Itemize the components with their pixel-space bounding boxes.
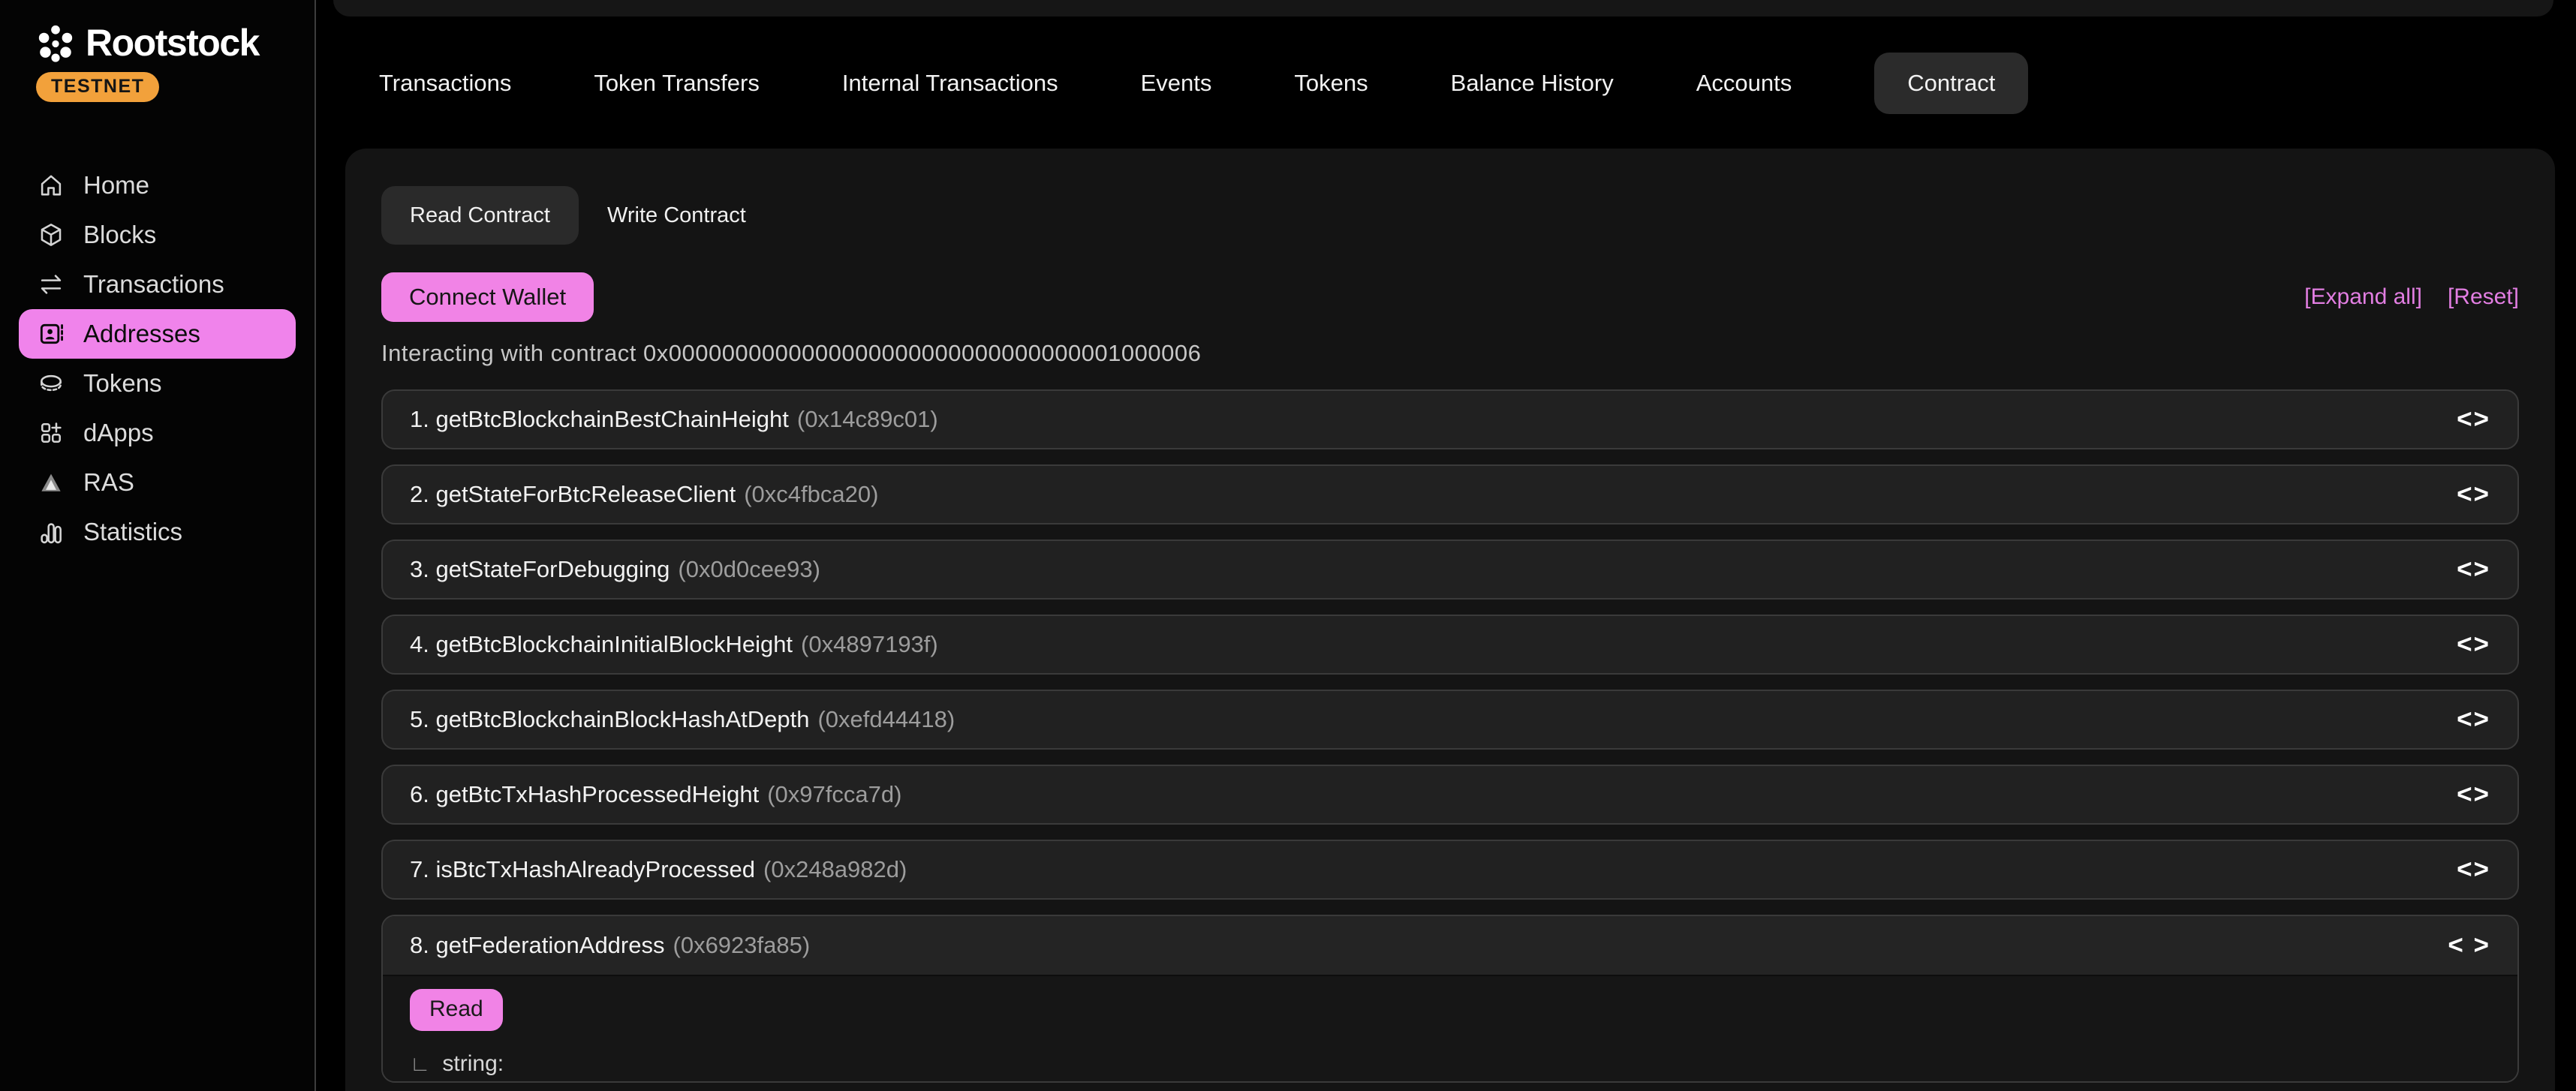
rootstock-logo-icon — [35, 22, 77, 64]
sidebar-item-statistics[interactable]: Statistics — [19, 507, 296, 557]
tab-token-transfers[interactable]: Token Transfers — [594, 70, 760, 97]
method-selector: (0xefd44418) — [817, 706, 955, 733]
method-selector: (0x97fcca7d) — [767, 781, 901, 808]
reset-link[interactable]: [Reset] — [2448, 284, 2519, 310]
sidebar: Rootstock TESTNET Home Blocks Transactio… — [0, 0, 316, 1091]
sidebar-item-tokens[interactable]: Tokens — [19, 359, 296, 408]
header-strip — [333, 0, 2553, 17]
address-tabs: Transactions Token Transfers Internal Tran… — [379, 53, 2028, 114]
expand-all-link[interactable]: [Expand all] — [2304, 284, 2422, 310]
addresses-icon — [37, 320, 65, 348]
method-name: 5. getBtcBlockchainBlockHashAtDepth — [410, 706, 809, 733]
contract-method-row[interactable]: 1. getBtcBlockchainBestChainHeight (0x14… — [381, 389, 2519, 449]
network-badge: TESTNET — [36, 72, 159, 102]
code-icon[interactable]: <> — [2457, 780, 2490, 810]
sidebar-item-label: Addresses — [83, 320, 200, 348]
contract-method-row[interactable]: 4. getBtcBlockchainInitialBlockHeight (0… — [381, 615, 2519, 675]
tokens-icon — [37, 369, 65, 398]
tab-read-contract[interactable]: Read Contract — [381, 186, 579, 245]
contract-subtabs: Read Contract Write Contract — [381, 186, 2519, 245]
method-selector: (0x4897193f) — [801, 631, 938, 658]
method-name: 2. getStateForBtcReleaseClient — [410, 481, 736, 508]
sidebar-item-label: dApps — [83, 419, 154, 447]
sidebar-nav: Home Blocks Transactions Addresses Token… — [0, 161, 314, 557]
contract-panel: Read Contract Write Contract Connect Wal… — [345, 149, 2555, 1091]
sidebar-item-transactions[interactable]: Transactions — [19, 260, 296, 309]
sidebar-item-blocks[interactable]: Blocks — [19, 210, 296, 260]
blocks-icon — [37, 221, 65, 249]
contract-method-card-expanded: 8. getFederationAddress (0x6923fa85) < >… — [381, 915, 2519, 1083]
contract-method-row[interactable]: 7. isBtcTxHashAlreadyProcessed (0x248a98… — [381, 840, 2519, 900]
contract-method-row[interactable]: 2. getStateForBtcReleaseClient (0xc4fbca… — [381, 464, 2519, 524]
home-icon — [37, 171, 65, 200]
tab-events[interactable]: Events — [1141, 70, 1212, 97]
ras-icon — [37, 468, 65, 497]
sidebar-item-addresses[interactable]: Addresses — [19, 309, 296, 359]
tab-accounts[interactable]: Accounts — [1696, 70, 1792, 97]
method-name: 8. getFederationAddress — [410, 932, 665, 959]
brand-logo[interactable]: Rootstock — [35, 21, 259, 65]
method-name: 3. getStateForDebugging — [410, 556, 670, 583]
method-selector: (0x0d0cee93) — [678, 556, 820, 583]
output-branch-symbol: ∟ — [410, 1052, 430, 1076]
method-name: 1. getBtcBlockchainBestChainHeight — [410, 406, 789, 433]
wallet-row: Connect Wallet [Expand all] [Reset] — [381, 272, 2519, 322]
output-type-label: string: — [442, 1051, 504, 1077]
method-name: 4. getBtcBlockchainInitialBlockHeight — [410, 631, 793, 658]
tab-contract[interactable]: Contract — [1874, 53, 2028, 114]
sidebar-item-label: Statistics — [83, 518, 182, 546]
code-icon[interactable]: <> — [2457, 630, 2490, 660]
tab-tokens[interactable]: Tokens — [1294, 70, 1368, 97]
sidebar-item-label: RAS — [83, 468, 134, 497]
code-icon[interactable]: < > — [2448, 930, 2490, 960]
panel-links: [Expand all] [Reset] — [2304, 284, 2519, 310]
tab-transactions[interactable]: Transactions — [379, 70, 511, 97]
sidebar-item-label: Home — [83, 171, 149, 200]
method-selector: (0x14c89c01) — [797, 406, 938, 433]
method-body: Read ∟ string: — [383, 975, 2517, 1081]
method-name: 7. isBtcTxHashAlreadyProcessed — [410, 856, 755, 883]
sidebar-item-label: Transactions — [83, 270, 224, 299]
sidebar-item-dapps[interactable]: dApps — [19, 408, 296, 458]
contract-method-row[interactable]: 6. getBtcTxHashProcessedHeight (0x97fcca… — [381, 765, 2519, 825]
brand-name: Rootstock — [86, 21, 259, 65]
code-icon[interactable]: <> — [2457, 555, 2490, 585]
tab-internal-transactions[interactable]: Internal Transactions — [842, 70, 1058, 97]
sidebar-item-ras[interactable]: RAS — [19, 458, 296, 507]
method-selector: (0x6923fa85) — [673, 932, 811, 959]
transactions-icon — [37, 270, 65, 299]
statistics-icon — [37, 518, 65, 546]
method-selector: (0xc4fbca20) — [744, 481, 878, 508]
sidebar-item-label: Blocks — [83, 221, 156, 249]
tab-balance-history[interactable]: Balance History — [1451, 70, 1614, 97]
code-icon[interactable]: <> — [2457, 404, 2490, 434]
contract-method-row[interactable]: 3. getStateForDebugging (0x0d0cee93) <> — [381, 539, 2519, 600]
contract-method-row[interactable]: 5. getBtcBlockchainBlockHashAtDepth (0xe… — [381, 690, 2519, 750]
method-selector: (0x248a982d) — [763, 856, 907, 883]
interacting-with-contract-text: Interacting with contract 0x000000000000… — [381, 340, 2519, 367]
method-name: 6. getBtcTxHashProcessedHeight — [410, 781, 759, 808]
read-button[interactable]: Read — [410, 989, 503, 1031]
code-icon[interactable]: <> — [2457, 855, 2490, 885]
connect-wallet-button[interactable]: Connect Wallet — [381, 272, 594, 322]
contract-method-row[interactable]: 8. getFederationAddress (0x6923fa85) < > — [383, 916, 2517, 975]
contract-methods-list: 1. getBtcBlockchainBestChainHeight (0x14… — [381, 389, 2519, 1083]
dapps-icon — [37, 419, 65, 447]
code-icon[interactable]: <> — [2457, 479, 2490, 509]
tab-write-contract[interactable]: Write Contract — [579, 186, 775, 245]
method-output: ∟ string: — [410, 1051, 2490, 1077]
code-icon[interactable]: <> — [2457, 705, 2490, 735]
sidebar-item-home[interactable]: Home — [19, 161, 296, 210]
sidebar-item-label: Tokens — [83, 369, 162, 398]
